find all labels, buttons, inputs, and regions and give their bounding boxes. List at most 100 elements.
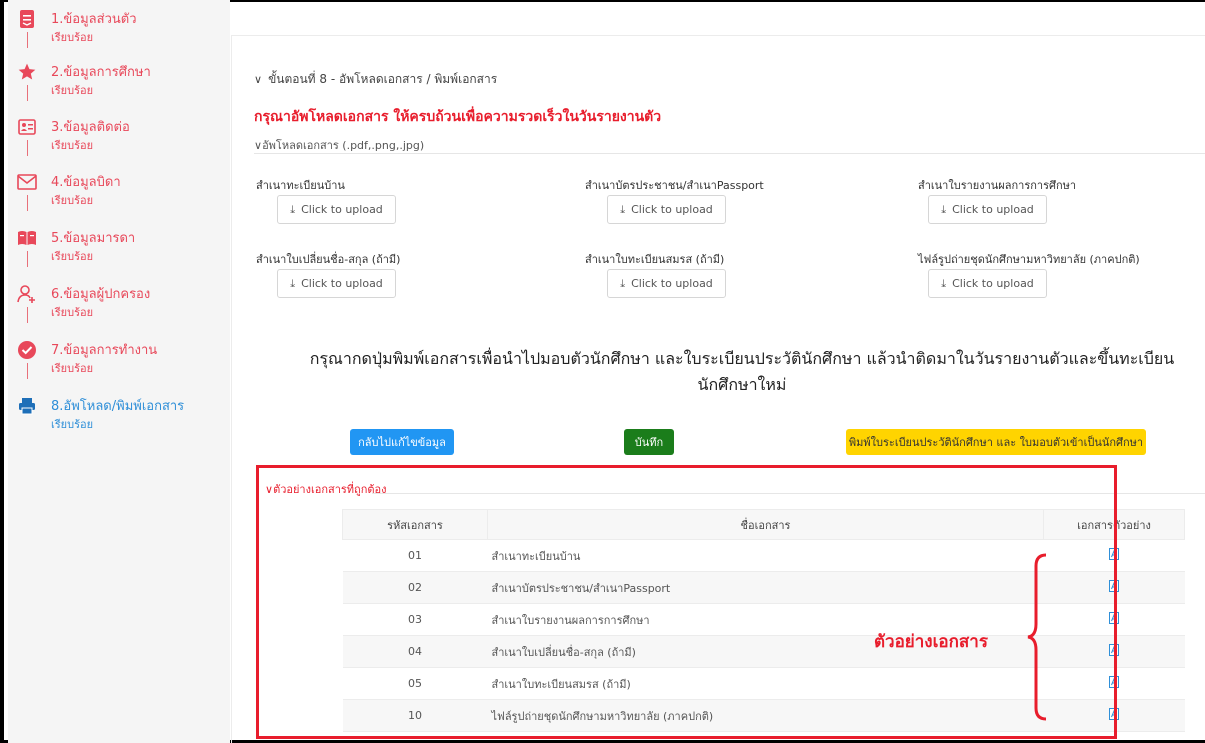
user-add-icon bbox=[16, 283, 38, 305]
upload-icon: ⤓ bbox=[620, 276, 626, 290]
example-section-toggle[interactable]: ∨ตัวอย่างเอกสารที่ถูกต้อง bbox=[265, 480, 387, 498]
sidebar-step-3[interactable]: 3.ข้อมูลติดต่อ เรียบร้อย bbox=[8, 110, 230, 166]
upload-button[interactable]: ⤓ Click to upload bbox=[928, 269, 1047, 298]
upload-icon: ⤓ bbox=[620, 202, 626, 216]
save-button[interactable]: บันทึก bbox=[624, 429, 674, 455]
print-instruction: กรุณากดปุ่มพิมพ์เอกสารเพื่อนำไปมอบตัวนัก… bbox=[292, 346, 1192, 398]
divider bbox=[254, 153, 1205, 154]
column-header: เอกสารตัวอย่าง bbox=[1043, 509, 1185, 540]
doc-name: ไฟล์รูปถ่ายชุดนักศึกษามหาวิทยาลัย (ภาคปก… bbox=[487, 699, 1044, 732]
step-title: 3.ข้อมูลติดต่อ bbox=[51, 120, 130, 135]
pdf-file-icon[interactable] bbox=[1043, 699, 1185, 732]
sidebar-step-8[interactable]: 8.อัพโหลด/พิมพ์เอกสาร เรียบร้อย bbox=[8, 389, 230, 445]
column-header: ชื่อเอกสาร bbox=[487, 509, 1044, 540]
step-title: 8.อัพโหลด/พิมพ์เอกสาร bbox=[51, 399, 185, 414]
example-section-title: ตัวอย่างเอกสารที่ถูกต้อง bbox=[273, 483, 387, 496]
pdf-file-icon[interactable] bbox=[1043, 635, 1185, 668]
table-row: 04 สำเนาใบเปลี่ยนชื่อ-สกุล (ถ้ามี) bbox=[342, 635, 1185, 668]
table-row: 10 ไฟล์รูปถ่ายชุดนักศึกษามหาวิทยาลัย (ภา… bbox=[342, 699, 1185, 732]
upload-label: สำเนาใบรายงานผลการการศึกษา bbox=[918, 179, 1077, 192]
upload-button[interactable]: ⤓ Click to upload bbox=[277, 269, 396, 298]
upload-label: สำเนาใบทะเบียนสมรส (ถ้ามี) bbox=[585, 253, 725, 266]
main-panel: ∨ ขั้นตอนที่ 8 - อัพโหลดเอกสาร / พิมพ์เอก… bbox=[231, 35, 1205, 743]
doc-code: 01 bbox=[342, 539, 488, 572]
chevron-down-icon: ∨ bbox=[254, 139, 263, 152]
step-title: 7.ข้อมูลการทำงาน bbox=[51, 343, 158, 358]
step-title: 4.ข้อมูลบิดา bbox=[51, 175, 121, 190]
step-status: เรียบร้อย bbox=[51, 306, 94, 319]
step-connector bbox=[27, 363, 28, 379]
pdf-file-icon[interactable] bbox=[1043, 603, 1185, 636]
chevron-down-icon: ∨ bbox=[254, 73, 263, 86]
table-row: 03 สำเนาใบรายงานผลการการศึกษา bbox=[342, 603, 1185, 636]
pdf-file-icon[interactable] bbox=[1043, 571, 1185, 604]
curly-brace-icon bbox=[1027, 553, 1047, 721]
upload-icon: ⤓ bbox=[941, 202, 947, 216]
chevron-down-icon: ∨ bbox=[265, 483, 274, 496]
step-status: เรียบร้อย bbox=[51, 84, 94, 97]
instruction-line: กรุณากดปุ่มพิมพ์เอกสารเพื่อนำไปมอบตัวนัก… bbox=[309, 349, 1175, 368]
upload-icon: ⤓ bbox=[290, 276, 296, 290]
upload-button[interactable]: ⤓ Click to upload bbox=[607, 269, 726, 298]
table-row: 02 สำเนาบัตรประชาชน/สำเนาPassport bbox=[342, 571, 1185, 604]
upload-label: สำเนาใบเปลี่ยนชื่อ-สกุล (ถ้ามี) bbox=[256, 253, 401, 266]
column-header: รหัสเอกสาร bbox=[342, 509, 488, 540]
step-title: 6.ข้อมูลผู้ปกครอง bbox=[51, 287, 151, 302]
sidebar-step-1[interactable]: 1.ข้อมูลส่วนตัว เรียบร้อย bbox=[8, 2, 230, 58]
pdf-file-icon[interactable] bbox=[1043, 539, 1185, 572]
check-circle-icon bbox=[16, 339, 38, 361]
table-row: 05 สำเนาใบทะเบียนสมรส (ถ้ามี) bbox=[342, 667, 1185, 700]
doc-code: 05 bbox=[342, 667, 488, 700]
upload-button[interactable]: ⤓ Click to upload bbox=[607, 195, 726, 224]
upload-label: ไฟล์รูปถ่ายชุดนักศึกษามหาวิทยาลัย (ภาคปก… bbox=[918, 253, 1140, 266]
upload-button[interactable]: ⤓ Click to upload bbox=[928, 195, 1047, 224]
table-row: 01 สำเนาทะเบียนบ้าน bbox=[342, 539, 1185, 572]
upload-button[interactable]: ⤓ Click to upload bbox=[277, 195, 396, 224]
step-status: เรียบร้อย bbox=[51, 418, 94, 431]
divider bbox=[372, 493, 1205, 494]
document-icon bbox=[16, 8, 38, 30]
upload-section-toggle[interactable]: ∨อัพโหลดเอกสาร (.pdf,.png,.jpg) bbox=[254, 136, 424, 154]
sidebar-step-7[interactable]: 7.ข้อมูลการทำงาน เรียบร้อย bbox=[8, 333, 230, 389]
step-title: 2.ข้อมูลการศึกษา bbox=[51, 65, 151, 80]
upload-label: สำเนาทะเบียนบ้าน bbox=[256, 179, 345, 192]
doc-code: 02 bbox=[342, 571, 488, 604]
sidebar-step-5[interactable]: 5.ข้อมูลมารดา เรียบร้อย bbox=[8, 221, 230, 277]
printer-icon bbox=[16, 395, 38, 417]
upload-icon: ⤓ bbox=[290, 202, 296, 216]
print-documents-button[interactable]: พิมพ์ใบระเบียนประวัตินักศึกษา และ ใบมอบต… bbox=[846, 429, 1146, 455]
step-header[interactable]: ∨ ขั้นตอนที่ 8 - อัพโหลดเอกสาร / พิมพ์เอก… bbox=[254, 70, 497, 89]
upload-warning: กรุณาอัพโหลดเอกสาร ให้ครบถ้วนเพื่อความรว… bbox=[254, 109, 662, 125]
step-connector bbox=[27, 195, 28, 211]
example-documents-table: รหัสเอกสาร ชื่อเอกสาร เอกสารตัวอย่าง 01 … bbox=[342, 509, 1185, 732]
book-icon bbox=[16, 227, 38, 249]
doc-name: สำเนาทะเบียนบ้าน bbox=[487, 539, 1044, 572]
doc-code: 03 bbox=[342, 603, 488, 636]
step-connector bbox=[27, 251, 28, 267]
upload-icon: ⤓ bbox=[941, 276, 947, 290]
sidebar-step-2[interactable]: 2.ข้อมูลการศึกษา เรียบร้อย bbox=[8, 55, 230, 111]
star-icon bbox=[16, 61, 38, 83]
step-connector bbox=[27, 85, 28, 101]
contact-card-icon bbox=[16, 116, 38, 138]
doc-code: 10 bbox=[342, 699, 488, 732]
step-connector bbox=[27, 140, 28, 156]
step-connector bbox=[27, 32, 28, 48]
step-status: เรียบร้อย bbox=[51, 250, 94, 263]
sidebar: 1.ข้อมูลส่วนตัว เรียบร้อย 2.ข้อมูลการศึก… bbox=[8, 0, 230, 743]
step-connector bbox=[27, 307, 28, 323]
sidebar-step-6[interactable]: 6.ข้อมูลผู้ปกครอง เรียบร้อย bbox=[8, 277, 230, 333]
step-status: เรียบร้อย bbox=[51, 139, 94, 152]
doc-code: 04 bbox=[342, 635, 488, 668]
back-edit-button[interactable]: กลับไปแก้ไขข้อมูล bbox=[350, 429, 454, 455]
doc-name: สำเนาใบทะเบียนสมรส (ถ้ามี) bbox=[487, 667, 1044, 700]
step-status: เรียบร้อย bbox=[51, 362, 94, 375]
step-title: 5.ข้อมูลมารดา bbox=[51, 231, 136, 246]
step-status: เรียบร้อย bbox=[51, 31, 94, 44]
sidebar-step-4[interactable]: 4.ข้อมูลบิดา เรียบร้อย bbox=[8, 165, 230, 221]
step-status: เรียบร้อย bbox=[51, 194, 94, 207]
upload-label: สำเนาบัตรประชาชน/สำเนาPassport bbox=[585, 179, 764, 192]
table-header-row: รหัสเอกสาร ชื่อเอกสาร เอกสารตัวอย่าง bbox=[342, 509, 1185, 540]
step-title: 1.ข้อมูลส่วนตัว bbox=[51, 12, 137, 27]
pdf-file-icon[interactable] bbox=[1043, 667, 1185, 700]
